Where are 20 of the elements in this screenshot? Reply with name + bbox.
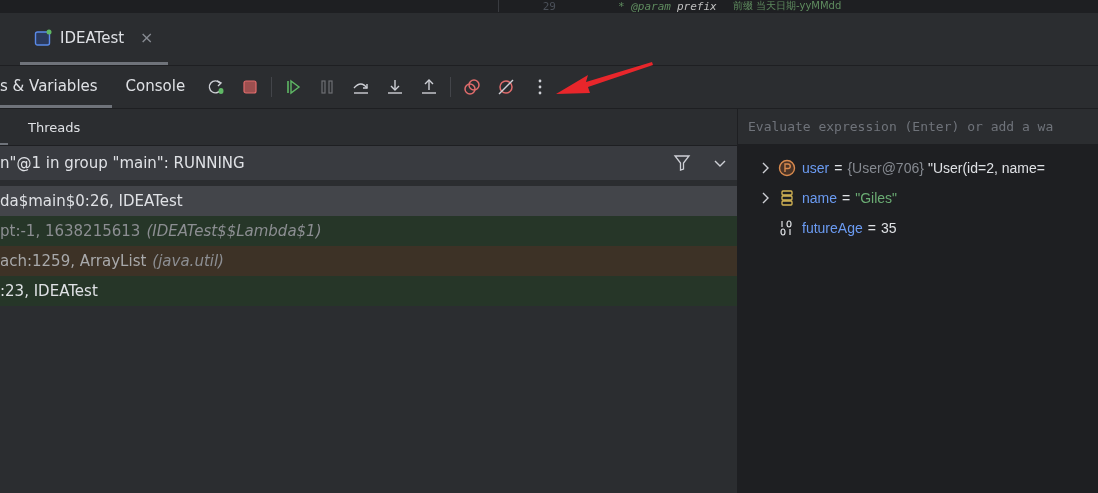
variable-row[interactable]: name = "Giles" bbox=[738, 183, 1098, 213]
variable-row[interactable]: user = {User@706} "User(id=2, name= bbox=[738, 153, 1098, 183]
app-window-icon bbox=[34, 28, 52, 47]
stack-frame[interactable]: ach:1259, ArrayList (java.util) bbox=[0, 246, 737, 276]
stack-frame[interactable]: da$main$0:26, IDEATest bbox=[0, 186, 737, 216]
filter-icon[interactable] bbox=[673, 154, 691, 172]
debugger-tab[interactable]: Console bbox=[111, 66, 200, 108]
threads-tab[interactable]: Threads bbox=[8, 109, 101, 145]
param-description: 前缀 当天日期-yyMMdd bbox=[732, 0, 842, 12]
field-icon bbox=[778, 189, 796, 207]
stack-frame[interactable]: pt:-1, 1638215613 (IDEATest$$Lambda$1) bbox=[0, 216, 737, 246]
stack-frame[interactable]: :23, IDEATest bbox=[0, 276, 737, 306]
doc-tag: * @param bbox=[618, 0, 671, 12]
thread-selector[interactable]: n"@1 in group "main": RUNNING bbox=[0, 146, 737, 180]
param-name: prefix bbox=[677, 0, 717, 12]
debugger-tab[interactable]: s & Variables bbox=[0, 66, 112, 108]
session-tab[interactable]: IDEATest × bbox=[20, 13, 168, 65]
close-icon[interactable]: × bbox=[140, 28, 154, 47]
variable-row[interactable]: futureAge = 35 bbox=[738, 213, 1098, 243]
object-icon bbox=[778, 159, 796, 177]
